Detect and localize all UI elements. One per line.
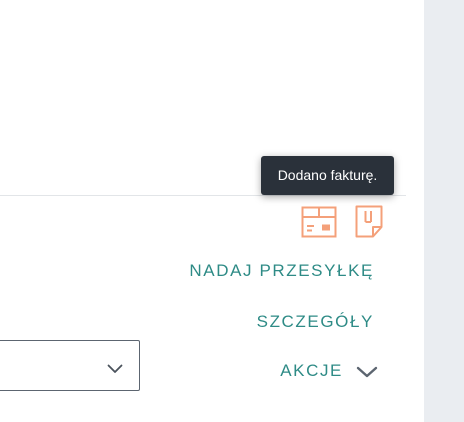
side-panel-background xyxy=(424,0,464,422)
invoice-document-icon[interactable] xyxy=(355,205,383,238)
invoice-added-tooltip: Dodano fakturę. xyxy=(261,156,394,195)
order-actions-panel: Dodano fakturę. NADAJ PRZESYŁKĘ SZCZEGÓŁ… xyxy=(0,0,464,422)
send-parcel-link[interactable]: NADAJ PRZESYŁKĘ xyxy=(189,261,374,281)
details-link[interactable]: SZCZEGÓŁY xyxy=(257,312,374,332)
parcel-box-icon[interactable] xyxy=(301,206,337,238)
status-select[interactable] xyxy=(0,340,140,391)
actions-label: AKCJE xyxy=(280,361,343,380)
actions-dropdown-toggle[interactable]: AKCJE xyxy=(280,361,378,381)
row-divider xyxy=(0,195,406,196)
chevron-down-icon xyxy=(107,361,123,373)
chevron-down-icon xyxy=(356,364,378,378)
